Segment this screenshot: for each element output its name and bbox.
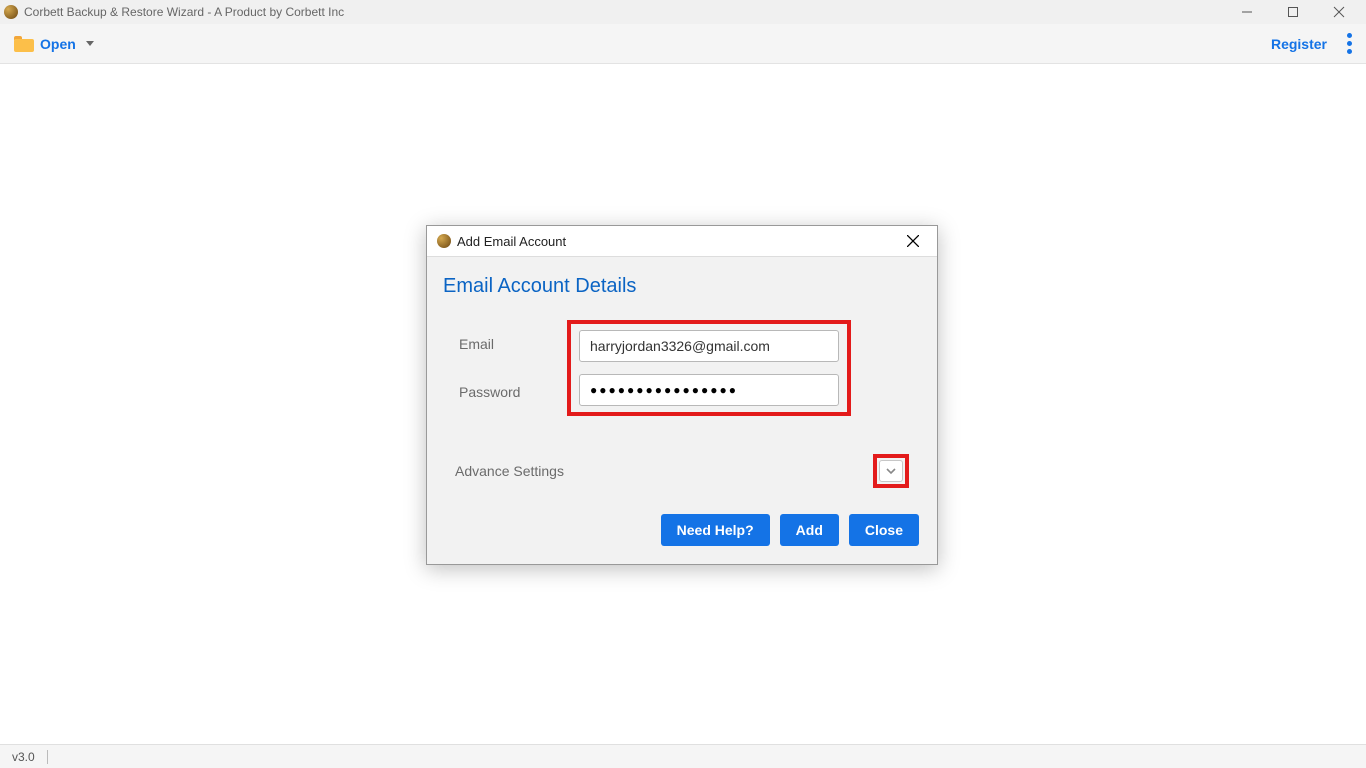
dialog-heading: Email Account Details [427,257,937,310]
highlight-credentials-box [567,320,851,416]
add-button[interactable]: Add [780,514,839,546]
close-icon [907,235,919,247]
chevron-down-icon [86,41,94,46]
need-help-button[interactable]: Need Help? [661,514,770,546]
register-link[interactable]: Register [1271,36,1327,52]
app-icon [437,234,451,248]
content-area: Add Email Account Email Account Details … [0,64,1366,744]
window-titlebar: Corbett Backup & Restore Wizard - A Prod… [0,0,1366,24]
window-close-button[interactable] [1316,0,1362,24]
open-label: Open [40,36,76,52]
open-menu-button[interactable]: Open [14,36,94,52]
password-input[interactable] [579,374,839,406]
version-label: v3.0 [12,750,35,764]
dialog-close-button[interactable] [899,227,927,255]
statusbar-separator [47,750,48,764]
close-button[interactable]: Close [849,514,919,546]
kebab-menu-button[interactable] [1347,33,1352,54]
highlight-expand-box [873,454,909,488]
dialog-title: Add Email Account [457,234,566,249]
maximize-button[interactable] [1270,0,1316,24]
minimize-button[interactable] [1224,0,1270,24]
app-icon [4,5,18,19]
email-label: Email [459,336,567,352]
dialog-titlebar: Add Email Account [427,226,937,256]
folder-icon [14,36,34,52]
minimize-icon [1241,6,1253,18]
advance-settings-label: Advance Settings [455,463,564,479]
add-email-account-dialog: Add Email Account Email Account Details … [426,225,938,565]
close-icon [1333,6,1345,18]
maximize-icon [1287,6,1299,18]
chevron-down-icon [885,465,897,477]
advance-settings-expand-button[interactable] [879,460,903,482]
email-input[interactable] [579,330,839,362]
status-bar: v3.0 [0,744,1366,768]
window-title: Corbett Backup & Restore Wizard - A Prod… [24,5,344,19]
main-toolbar: Open Register [0,24,1366,64]
password-label: Password [459,384,567,400]
